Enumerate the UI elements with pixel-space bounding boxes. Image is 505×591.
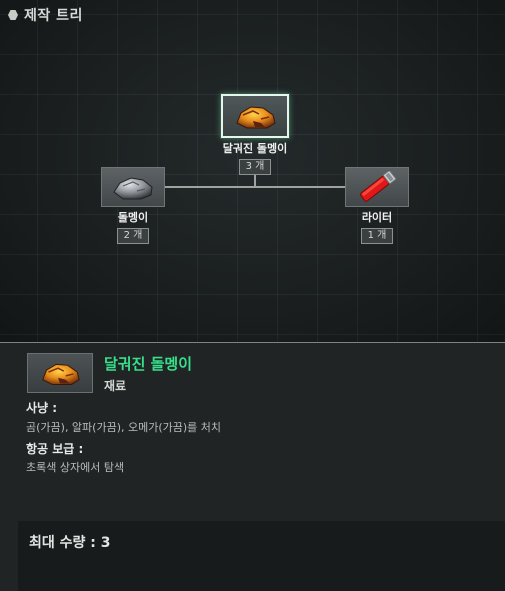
stone-icon bbox=[113, 177, 153, 200]
crafting-tree-panel: 제작 트리 달궈진 돌멩이 3 개 돌멩이 2 개 라이터 1 개 bbox=[0, 0, 505, 342]
airdrop-section-title: 항공 보급 : bbox=[26, 442, 84, 456]
tree-node-count: 2 개 bbox=[116, 228, 150, 244]
hunt-section-text: 곰(가끔), 알파(가끔), 오메가(가끔)를 처치 bbox=[26, 421, 222, 434]
tree-node-label: 달궈진 돌멩이 bbox=[222, 142, 288, 155]
tree-connector-horizontal bbox=[164, 186, 346, 188]
tree-node-count: 3 개 bbox=[238, 159, 272, 175]
heated-stone-icon bbox=[42, 363, 80, 385]
tree-node-label: 라이터 bbox=[361, 211, 393, 224]
tree-header: 제작 트리 bbox=[8, 5, 83, 25]
tree-node-count: 1 개 bbox=[360, 228, 394, 244]
page-title: 제작 트리 bbox=[24, 8, 83, 24]
tree-node-heated-stone-slot[interactable] bbox=[221, 94, 289, 138]
item-detail-panel: 달궈진 돌멩이 재료 사냥 : 곰(가끔), 알파(가끔), 오메가(가끔)를 … bbox=[0, 342, 505, 591]
max-quantity-label: 최대 수량 : 3 bbox=[29, 535, 111, 551]
tree-node-heated-stone[interactable]: 달궈진 돌멩이 3 개 bbox=[210, 94, 300, 175]
lighter-icon bbox=[360, 171, 397, 202]
detail-item-name: 달궈진 돌멩이 bbox=[104, 355, 193, 373]
tree-node-lighter[interactable]: 라이터 1 개 bbox=[332, 167, 422, 244]
max-quantity-box: 최대 수량 : 3 bbox=[18, 521, 505, 591]
tree-node-stone[interactable]: 돌멩이 2 개 bbox=[88, 167, 178, 244]
tree-node-label: 돌멩이 bbox=[117, 211, 149, 224]
heated-stone-icon bbox=[236, 106, 276, 129]
detail-item-slot bbox=[27, 353, 93, 393]
tree-node-stone-slot[interactable] bbox=[101, 167, 165, 207]
detail-item-type: 재료 bbox=[104, 379, 127, 393]
tree-node-lighter-slot[interactable] bbox=[345, 167, 409, 207]
hexagon-icon bbox=[8, 10, 18, 20]
hunt-section-title: 사냥 : bbox=[26, 401, 58, 415]
airdrop-section-text: 초록색 상자에서 탐색 bbox=[26, 461, 125, 474]
